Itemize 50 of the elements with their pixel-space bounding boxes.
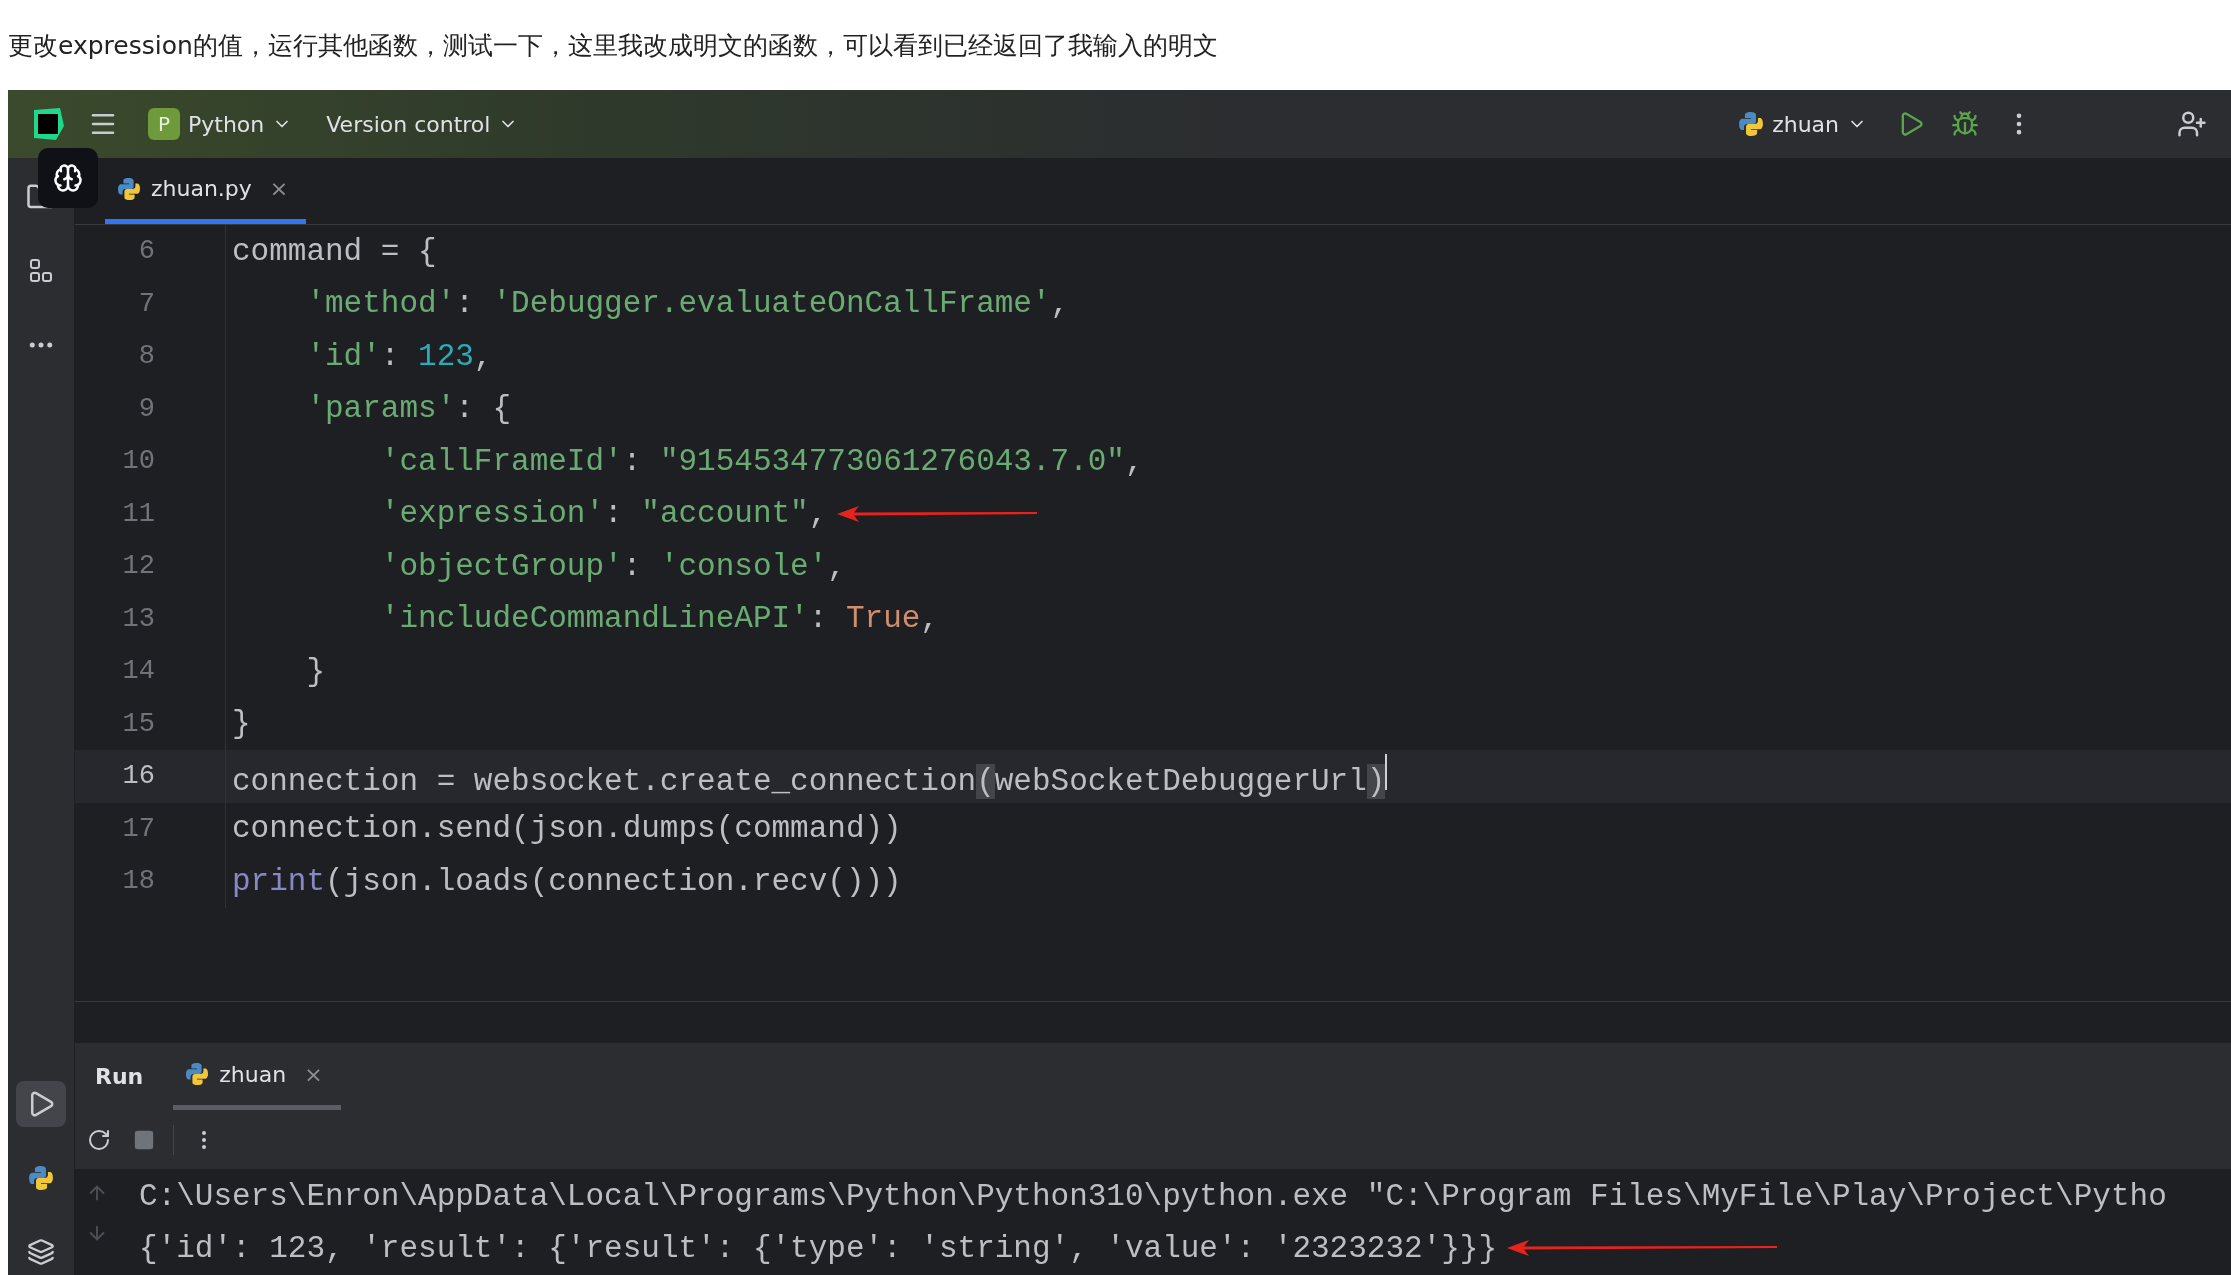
layers-icon[interactable] xyxy=(27,1238,55,1266)
line-number: 11 xyxy=(121,498,155,529)
code-line: connection.send(json.dumps(command)) xyxy=(232,811,902,847)
python-icon xyxy=(117,176,141,201)
caption-text: 更改expression的值，运行其他函数，测试一下，这里我改成明文的函数，可以看到已经返回了我输入的明文 xyxy=(8,29,1218,62)
code-line: connection = websocket.create_connection(webSocketDebuggerUrl) xyxy=(232,753,1388,799)
code-line: 'includeCommandLineAPI': True, xyxy=(379,601,939,637)
close-icon[interactable]: × xyxy=(304,1061,323,1087)
console-output: C:\Users\Enron\AppData\Local\Programs\Python\Python310\python.exe "C:\Program Files\MyFile\Play\Project\Pytho xyxy=(139,1178,2167,1214)
line-number: 14 xyxy=(121,656,155,687)
line-number: 15 xyxy=(121,708,155,739)
close-icon[interactable]: × xyxy=(269,176,289,201)
rerun-icon[interactable] xyxy=(87,1127,111,1152)
line-number: 10 xyxy=(121,446,155,477)
line-number: 12 xyxy=(121,551,155,582)
code-line: print(json.loads(connection.recv())) xyxy=(232,863,902,899)
line-number: 16 xyxy=(121,761,155,792)
line-number: 7 xyxy=(137,288,155,319)
project-dropdown[interactable]: P Python xyxy=(140,102,301,146)
add-user-icon[interactable] xyxy=(2177,109,2207,139)
structure-icon xyxy=(28,258,54,284)
stop-icon[interactable] xyxy=(133,1128,155,1151)
brain-badge[interactable] xyxy=(38,148,98,208)
bug-icon[interactable] xyxy=(1951,110,1979,138)
code-line: 'params': { xyxy=(305,391,512,427)
vcs-dropdown[interactable]: Version control xyxy=(318,105,527,143)
line-number: 18 xyxy=(121,866,155,897)
run-config-dropdown[interactable]: zhuan xyxy=(1730,105,1875,143)
code-line: } xyxy=(305,653,325,689)
code-line: command = { xyxy=(232,233,437,269)
panel-title: Run xyxy=(95,1064,144,1089)
code-line: 'objectGroup': 'console', xyxy=(379,548,846,584)
line-number: 13 xyxy=(121,603,155,634)
line-number: 17 xyxy=(121,813,155,844)
editor-tab[interactable]: zhuan.py × xyxy=(105,158,307,224)
console-output: {'id': 123, 'result': {'result': {'type': 'string', 'value': '2323232'}}} xyxy=(139,1230,1778,1266)
python-icon xyxy=(28,1165,54,1191)
code-line: 'id': 123, xyxy=(305,338,493,374)
python-icon xyxy=(185,1062,210,1086)
line-number: 9 xyxy=(137,393,155,424)
code-line: 'callFrameId': "9154534773061276043.7.0", xyxy=(379,443,1144,479)
code-line: 'method': 'Debugger.evaluateOnCallFrame', xyxy=(305,286,1070,322)
code-line: 'expression': "account", xyxy=(232,496,1038,532)
project-badge: P xyxy=(148,108,180,140)
line-number: 8 xyxy=(137,341,155,372)
run-tool-button[interactable] xyxy=(16,1081,66,1127)
code-line: } xyxy=(232,706,251,742)
brain-icon xyxy=(53,163,83,193)
python-icon xyxy=(1738,111,1765,137)
line-number: 6 xyxy=(137,236,155,267)
